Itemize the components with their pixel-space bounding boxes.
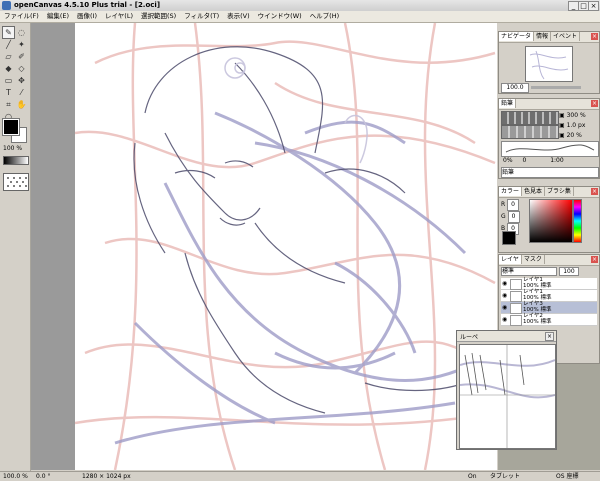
menu-window[interactable]: ウインドウ(W): [254, 11, 306, 22]
brush-opacity-value: 20: [566, 132, 575, 139]
layer-list: ◉ レイヤ1 100% 標準 ◉ レイヤ1 100% 標準 ◉ レイヤ3 100…: [501, 277, 597, 326]
drawing-canvas[interactable]: [75, 23, 497, 470]
tab-mask[interactable]: マスク: [522, 255, 545, 264]
menu-bar: ファイル(F) 編集(E) 画像(I) レイヤ(L) 選択範囲(S) フィルタ(T) 表示(…: [0, 11, 600, 23]
panel-close-icon[interactable]: ×: [591, 33, 598, 40]
color-r-value: 0: [507, 199, 520, 211]
panel-close-icon[interactable]: ×: [591, 256, 598, 263]
color-panel: カラー 色見本 ブラシ集 × R 0 G 0 B 0: [498, 186, 600, 253]
menu-filter[interactable]: フィルタ(T): [180, 11, 223, 22]
menu-view[interactable]: 表示(V): [223, 11, 254, 22]
brush-name-field[interactable]: 鉛筆: [501, 167, 599, 178]
brush-size-unit: %: [579, 112, 586, 119]
tab-info[interactable]: 情報: [534, 32, 552, 41]
panel-close-icon[interactable]: ×: [591, 100, 598, 107]
layer-thumbnail: [510, 279, 522, 290]
hue-slider[interactable]: [573, 199, 582, 243]
layer-mode-select[interactable]: 標準: [501, 267, 557, 276]
brush-panel-header: 鉛筆 ×: [499, 99, 599, 110]
tool-zoom[interactable]: 100 %: [3, 145, 22, 152]
layer-row[interactable]: ◉ レイヤ2 100% 標準: [501, 313, 597, 326]
navigator-zoom-row: 100.0: [501, 83, 597, 93]
tab-brushes[interactable]: ブラシ集: [545, 187, 574, 196]
menu-layer[interactable]: レイヤ(L): [101, 11, 137, 22]
panel-close-icon[interactable]: ×: [591, 188, 598, 195]
brush-zero-label: 0: [522, 157, 527, 164]
brush-panel: 鉛筆 × ▣ 300 % ▣ 1.0 px ▣ 20 % 0% 0 1:00 鉛…: [498, 98, 600, 179]
loupe-title: ルーペ: [460, 334, 479, 341]
brush-size-row[interactable]: ▣ 300 %: [559, 111, 599, 121]
sketch-artwork: [75, 23, 497, 470]
layer-row[interactable]: ◉ レイヤ1 100% 標準: [501, 277, 597, 290]
color-picker-square[interactable]: [529, 199, 573, 243]
color-tabs: カラー 色見本 ブラシ集 ×: [499, 187, 599, 198]
brush-params: ▣ 300 % ▣ 1.0 px ▣ 20 %: [559, 111, 599, 141]
brush-width-row[interactable]: ▣ 1.0 px: [559, 121, 599, 131]
brush-scale-row: 0% 0 1:00: [503, 157, 597, 164]
layer-row[interactable]: ◉ レイヤ1 100% 標準: [501, 289, 597, 302]
brush-opacity-unit: %: [576, 132, 582, 139]
color-g-value: 0: [507, 211, 520, 223]
eye-icon[interactable]: ◉: [502, 304, 507, 311]
loupe-view[interactable]: [459, 344, 556, 449]
color-r-row[interactable]: R 0: [501, 199, 527, 211]
current-color-swatch[interactable]: [502, 231, 516, 245]
color-g-row[interactable]: G 0: [501, 211, 527, 223]
close-button[interactable]: ×: [588, 1, 599, 11]
brush-presets[interactable]: [501, 111, 559, 125]
brush-min-label: 0%: [503, 157, 513, 164]
navigator-zoom-field[interactable]: 100.0: [501, 83, 529, 93]
menu-file[interactable]: ファイル(F): [0, 11, 43, 22]
tool-zoom-unit: %: [16, 145, 23, 152]
brush-textures[interactable]: [501, 125, 559, 139]
canvas-area[interactable]: [31, 23, 497, 470]
layer-thumbnail: [510, 291, 522, 302]
layer-mode-row: 標準 100: [501, 267, 597, 276]
loupe-window: ルーペ ×: [456, 330, 557, 450]
menu-edit[interactable]: 編集(E): [43, 11, 73, 22]
brush-width-value: 1.0: [566, 122, 577, 129]
foreground-color-swatch[interactable]: [2, 118, 20, 136]
brush-panel-title[interactable]: 鉛筆: [499, 99, 517, 108]
texture-swatch[interactable]: [3, 173, 29, 191]
brush-width-unit: px: [578, 122, 586, 129]
tab-navigator[interactable]: ナビゲータ: [499, 32, 535, 41]
app-icon: [2, 1, 11, 10]
loupe-close-icon[interactable]: ×: [545, 332, 554, 341]
navigator-zoom-slider[interactable]: [531, 85, 582, 89]
tab-layer[interactable]: レイヤ: [499, 255, 522, 264]
tool-zoom-value: 100: [3, 145, 15, 152]
layer-info: 100% 標準: [523, 318, 552, 325]
layer-thumbnail: [510, 303, 522, 314]
menu-selection[interactable]: 選択範囲(S): [137, 11, 180, 22]
navigator-tabs: ナビゲータ 情報 イベント ×: [499, 32, 599, 43]
navigator-panel: ナビゲータ 情報 イベント × 100.0: [498, 31, 600, 94]
menu-help[interactable]: ヘルプ(H): [306, 11, 343, 22]
loupe-header: ルーペ ×: [457, 331, 556, 342]
layer-thumbnail: [510, 315, 522, 326]
menu-image[interactable]: 画像(I): [73, 11, 101, 22]
eye-icon[interactable]: ◉: [502, 316, 507, 323]
layer-row-selected[interactable]: ◉ レイヤ3 100% 標準: [501, 301, 597, 314]
rgb-fields: R 0 G 0 B 0: [501, 199, 527, 235]
navigator-thumbnail[interactable]: [525, 46, 573, 82]
window-title: openCanvas 4.5.10 Plus trial - [2.oci]: [14, 1, 161, 9]
brush-size-value: 300: [566, 112, 579, 119]
brush-name-value: 鉛筆: [502, 169, 515, 176]
gradient-swatch[interactable]: [3, 156, 29, 165]
eye-icon[interactable]: ◉: [502, 292, 507, 299]
layer-tabs: レイヤ マスク ×: [499, 255, 599, 266]
brush-opacity-row[interactable]: ▣ 20 %: [559, 131, 599, 141]
tab-event[interactable]: イベント: [551, 32, 581, 41]
toolbox: ✎ ◌ ╱ ✦ ▱ ✐ ◆ ◇ ▭ ✥ T ⁄ ⌗ ✋ ○ 100 %: [0, 23, 31, 471]
layer-opacity-field[interactable]: 100: [558, 267, 579, 276]
tab-color[interactable]: カラー: [499, 187, 523, 196]
tab-swatches[interactable]: 色見本: [522, 187, 546, 196]
brush-scale-label: 1:00: [550, 157, 564, 164]
hand-tool-icon[interactable]: ✋: [15, 98, 28, 111]
brush-preview: [501, 141, 599, 157]
eye-icon[interactable]: ◉: [502, 280, 507, 287]
